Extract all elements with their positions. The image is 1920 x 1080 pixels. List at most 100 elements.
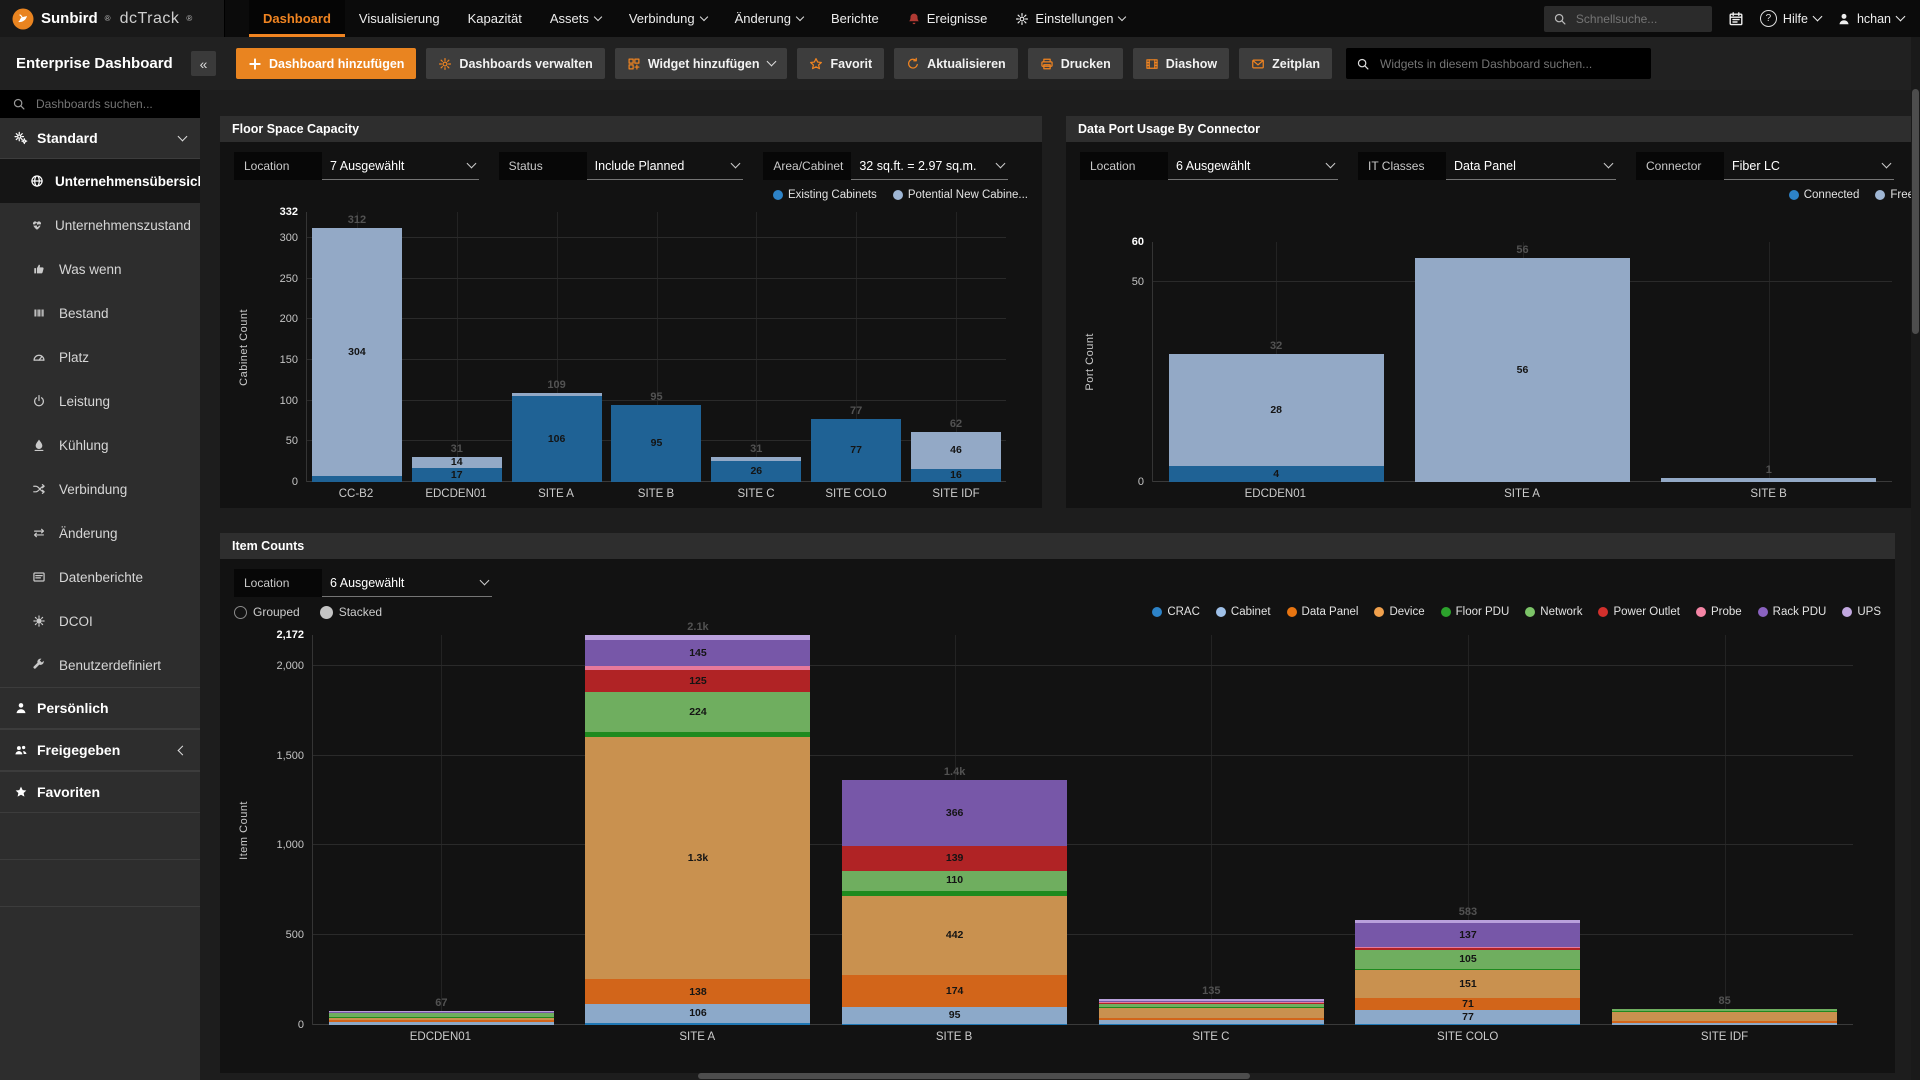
zeitplan-button[interactable]: Zeitplan [1239,48,1333,79]
sidebar-item-bestand[interactable]: Bestand [0,291,200,335]
nav-item-berichte[interactable]: Berichte [817,0,893,37]
bar-segment-device[interactable] [1098,1007,1324,1018]
bar-segment-existing-cabinets[interactable]: 16 [910,469,1001,482]
legend-item-crac[interactable]: CRAC [1152,606,1200,618]
sidebar-item-datenberichte[interactable]: Datenberichte [0,555,200,599]
nav-item-verbindung[interactable]: Verbindung [615,0,721,37]
bar-segment-potential-new-cabinets[interactable]: 304 [311,228,402,476]
bar-segment-cabinet[interactable] [328,1021,554,1025]
sidebar-section-standard[interactable]: Standard [0,118,200,159]
bar-segment-rack-pdu[interactable]: 145 [585,640,811,667]
bar-edcden01[interactable]: 4 28 32 [1168,340,1384,482]
bar-segment-existing-cabinets[interactable]: 95 [611,404,702,482]
nav-item-kapazit-t[interactable]: Kapazität [454,0,536,37]
vertical-scrollbar[interactable] [1911,37,1920,1080]
vertical-scrollbar-thumb[interactable] [1912,89,1919,334]
sidebar-section-favoriten[interactable]: Favoriten [0,771,200,813]
sidebar-item-dcoi[interactable]: DCOI [0,599,200,643]
nav-item-nderung[interactable]: Änderung [721,0,817,37]
bar-segment-power-outlet[interactable]: 125 [585,669,811,693]
bar-segment-crac[interactable] [585,1023,811,1025]
radio-stacked[interactable]: Stacked [319,605,382,619]
quick-search-input[interactable] [1573,10,1703,27]
bar-segment-data-panel[interactable]: 138 [585,979,811,1005]
nav-item-einstellungen[interactable]: Einstellungen [1001,0,1139,37]
bar-site-b[interactable]: 1 [1661,464,1877,482]
legend-item-data-panel[interactable]: Data Panel [1286,606,1358,618]
bar-site-a[interactable]: 106 138 1.3k 224 125 145 2.1k [585,621,811,1025]
bar-segment-cabinet[interactable] [1612,1022,1838,1025]
nav-item-ereignisse[interactable]: Ereignisse [893,0,1002,37]
bar-segment-potential-new-cabinets[interactable]: 14 [411,456,502,469]
bar-segment-crac[interactable] [1355,1024,1581,1025]
bar-segment-device[interactable]: 442 [842,895,1068,976]
user-menu[interactable]: hchan [1837,12,1906,26]
sidebar-item-was-wenn[interactable]: Was wenn [0,247,200,291]
bar-segment-cabinet[interactable]: 77 [1355,1010,1581,1024]
bar-segment-network[interactable]: 105 [1355,949,1581,969]
sidebar-item-platz[interactable]: Platz [0,335,200,379]
bar-segment-cabinet[interactable]: 106 [585,1004,811,1024]
bar-segment-rack-pdu[interactable]: 137 [1355,922,1581,948]
sidebar-section-pers-nlich[interactable]: Persönlich [0,687,200,729]
nav-item-dashboard[interactable]: Dashboard [249,0,345,37]
sidebar-section-freigegeben[interactable]: Freigegeben [0,729,200,771]
radio-grouped[interactable]: Grouped [234,605,300,619]
location-dropdown[interactable]: 7 Ausgewählt [322,153,479,180]
location-dropdown[interactable]: 6 Ausgewählt [322,570,492,597]
it-classes-dropdown[interactable]: Data Panel [1446,153,1616,180]
legend-item-floor-pdu[interactable]: Floor PDU [1440,606,1509,618]
bar-site-a[interactable]: 106 109 [511,379,602,482]
sidebar-item-k-hlung[interactable]: Kühlung [0,423,200,467]
sidebar-item-leistung[interactable]: Leistung [0,379,200,423]
bar-segment-data-panel[interactable]: 71 [1355,997,1581,1011]
status-dropdown[interactable]: Include Planned [586,153,744,180]
widget-search[interactable] [1346,48,1652,79]
bar-segment-network[interactable]: 224 [585,692,811,733]
bar-segment-free[interactable] [1661,478,1877,482]
favorit-button[interactable]: Favorit [797,48,885,79]
horizontal-scrollbar-thumb[interactable] [698,1073,1250,1079]
bar-edcden01[interactable]: 17 14 31 [411,443,502,482]
bar-segment-cabinet[interactable]: 95 [842,1006,1068,1024]
dashboard-hinzuf-gen-button[interactable]: Dashboard hinzufügen [236,48,417,79]
bar-segment-device[interactable]: 151 [1355,970,1581,998]
bar-segment-power-outlet[interactable]: 139 [842,845,1068,871]
widget-hinzuf-gen-button[interactable]: Widget hinzufügen [614,48,788,79]
legend-item-rack-pdu[interactable]: Rack PDU [1757,606,1826,618]
bar-segment-existing-cabinets[interactable]: 106 [511,395,602,482]
bar-segment-crac[interactable] [1098,1024,1324,1025]
help-menu[interactable]: ? Hilfe [1759,10,1823,27]
bar-segment-potential-new-cabinets[interactable]: 46 [910,431,1001,469]
nav-item-visualisierung[interactable]: Visualisierung [345,0,454,37]
bar-site-idf[interactable]: 16 46 62 [910,418,1001,482]
aktualisieren-button[interactable]: Aktualisieren [894,48,1018,79]
bar-segment-device[interactable] [1612,1011,1838,1022]
bar-site-b[interactable]: 95 174 442 110 139 366 1.4k [842,766,1068,1025]
bar-segment-data-panel[interactable]: 174 [842,975,1068,1007]
legend-item-existing-cabinets[interactable]: Existing Cabinets [772,189,877,201]
legend-item-potential-new-cabine[interactable]: Potential New Cabine... [892,189,1028,201]
legend-item-power-outlet[interactable]: Power Outlet [1598,606,1680,618]
sidebar-search-input[interactable] [34,96,188,112]
radio-button[interactable] [319,605,333,619]
bar-site-b[interactable]: 95 95 [611,391,702,482]
legend-item-cabinet[interactable]: Cabinet [1215,606,1271,618]
diashow-button[interactable]: Diashow [1132,48,1230,79]
bar-segment-device[interactable]: 1.3k [585,737,811,980]
legend-item-ups[interactable]: UPS [1842,606,1881,618]
sidebar-item-nderung[interactable]: Änderung [0,511,200,555]
calendar-icon[interactable] [1728,11,1744,27]
quick-search[interactable] [1543,5,1712,32]
bar-segment-existing-cabinets[interactable] [311,475,402,482]
connector-dropdown[interactable]: Fiber LC [1724,153,1894,180]
bar-segment-existing-cabinets[interactable]: 26 [711,460,802,482]
sidebar-collapse-button[interactable]: « [191,51,216,76]
bar-segment-connected[interactable]: 4 [1168,466,1384,482]
bar-site-c[interactable]: 26 31 [711,443,802,482]
bar-segment-rack-pdu[interactable]: 366 [842,780,1068,846]
drucken-button[interactable]: Drucken [1027,48,1123,79]
bar-segment-free[interactable]: 56 [1414,258,1630,482]
legend-item-network[interactable]: Network [1525,606,1582,618]
radio-button[interactable] [234,605,247,619]
